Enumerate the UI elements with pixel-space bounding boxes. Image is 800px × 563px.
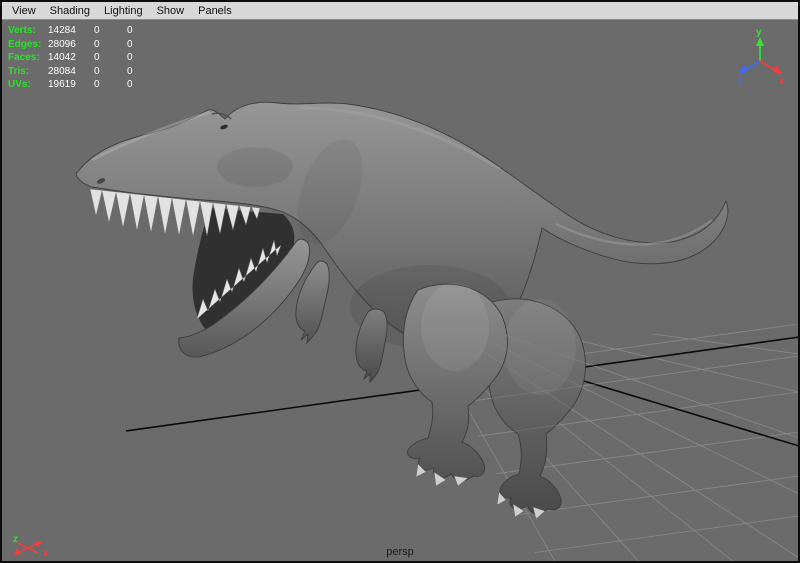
hud-value: 0 bbox=[94, 24, 127, 38]
near-thigh-highlight bbox=[421, 283, 489, 371]
cheek-shadow bbox=[217, 147, 293, 187]
z-axis-label: z bbox=[738, 76, 743, 87]
hud-label: Tris: bbox=[8, 65, 48, 79]
hud-label: UVs: bbox=[8, 78, 48, 92]
camera-name-label: persp bbox=[2, 546, 798, 558]
menu-lighting[interactable]: Lighting bbox=[97, 4, 150, 18]
x-axis-arrowhead bbox=[773, 65, 782, 74]
hud-label: Verts: bbox=[8, 24, 48, 38]
view-axis-gizmo[interactable]: y x z bbox=[736, 25, 788, 91]
hud-row-uvs: UVs: 19619 0 0 bbox=[8, 78, 160, 92]
z-axis-label: z bbox=[13, 534, 18, 545]
hud-value: 0 bbox=[94, 38, 127, 52]
hud-stats: Verts: 14284 0 0 Edges: 28096 0 0 Faces:… bbox=[8, 24, 160, 92]
hud-value: 0 bbox=[127, 51, 160, 65]
hud-row-edges: Edges: 28096 0 0 bbox=[8, 38, 160, 52]
hud-value: 0 bbox=[127, 78, 160, 92]
menu-show[interactable]: Show bbox=[150, 4, 192, 18]
hud-row-tris: Tris: 28084 0 0 bbox=[8, 65, 160, 79]
hud-value: 0 bbox=[94, 78, 127, 92]
viewport-3d[interactable]: Verts: 14284 0 0 Edges: 28096 0 0 Faces:… bbox=[2, 20, 798, 561]
foot-claw bbox=[454, 476, 468, 486]
x-axis-arrow bbox=[760, 61, 775, 70]
hud-value: 0 bbox=[94, 65, 127, 79]
z-axis-arrowhead bbox=[738, 65, 747, 74]
menu-view[interactable]: View bbox=[5, 4, 43, 18]
scene-svg bbox=[2, 20, 798, 561]
panel-menubar: View Shading Lighting Show Panels bbox=[2, 2, 798, 20]
trex-model[interactable] bbox=[76, 102, 728, 519]
y-axis-arrowhead bbox=[756, 37, 764, 46]
hud-value: 14284 bbox=[48, 24, 94, 38]
x-axis-label: x bbox=[779, 76, 785, 87]
hud-value: 19619 bbox=[48, 78, 94, 92]
y-axis-label: y bbox=[756, 27, 762, 38]
hud-value: 0 bbox=[127, 38, 160, 52]
menu-panels[interactable]: Panels bbox=[191, 4, 239, 18]
menu-shading[interactable]: Shading bbox=[43, 4, 97, 18]
hud-row-verts: Verts: 14284 0 0 bbox=[8, 24, 160, 38]
hud-value: 0 bbox=[127, 24, 160, 38]
hud-value: 0 bbox=[94, 51, 127, 65]
hud-row-faces: Faces: 14042 0 0 bbox=[8, 51, 160, 65]
hud-value: 28096 bbox=[48, 38, 94, 52]
hud-value: 0 bbox=[127, 65, 160, 79]
hud-value: 28084 bbox=[48, 65, 94, 79]
maya-viewport-window: View Shading Lighting Show Panels bbox=[0, 0, 800, 563]
z-axis-arrow bbox=[745, 61, 760, 70]
hud-label: Faces: bbox=[8, 51, 48, 65]
hud-label: Edges: bbox=[8, 38, 48, 52]
hud-value: 14042 bbox=[48, 51, 94, 65]
